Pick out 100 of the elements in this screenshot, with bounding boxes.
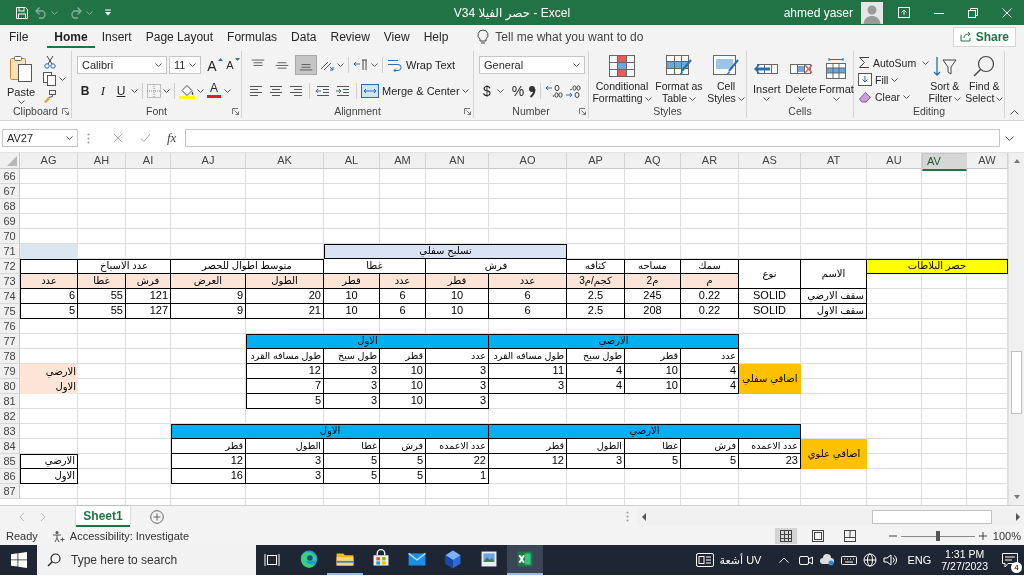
sort-filter-button[interactable]: Sort & Filter (928, 51, 962, 105)
row-header[interactable]: 70 (0, 229, 20, 244)
column-header[interactable]: AV (922, 153, 967, 171)
percent-button[interactable]: % (510, 82, 526, 100)
corner-arrow-icon[interactable] (463, 108, 471, 115)
widget-icon[interactable] (695, 553, 714, 567)
row-header[interactable]: 87 (0, 484, 20, 499)
cells-button[interactable]: Format (819, 51, 853, 105)
task-view-icon[interactable] (264, 553, 280, 567)
column-header[interactable]: AM (380, 153, 426, 169)
column-header[interactable]: AW (967, 153, 1008, 169)
search-field[interactable]: Type here to search (37, 545, 256, 575)
underline-button[interactable]: U (113, 82, 129, 100)
grow-font-button[interactable]: A (207, 56, 223, 74)
user-name[interactable]: ahmed yaser (783, 5, 853, 20)
shrink-font-button[interactable]: A (225, 56, 241, 74)
clock-date[interactable]: 7/27/2023 (941, 560, 988, 572)
menu-tab[interactable]: Page Layout (138, 25, 221, 48)
name-box[interactable]: AV27 (2, 129, 78, 147)
dots-icon[interactable] (626, 511, 629, 522)
column-header[interactable]: AQ (625, 153, 681, 169)
share-button[interactable]: Share (952, 26, 1016, 47)
decimal-arrow-icon[interactable] (545, 84, 563, 98)
menu-tab[interactable]: Data (284, 25, 324, 48)
cloud-icon[interactable] (819, 554, 836, 566)
column-header[interactable]: AO (489, 153, 567, 169)
floppy-icon[interactable] (15, 5, 29, 20)
check-icon[interactable] (140, 133, 151, 143)
column-header[interactable]: AL (324, 153, 380, 169)
column-header[interactable]: AT (801, 153, 867, 169)
plus-circle-icon[interactable] (150, 509, 164, 524)
align-right-icon[interactable] (287, 84, 305, 98)
arrow-bars-icon[interactable] (353, 58, 369, 72)
row-header[interactable]: 72 (0, 259, 20, 274)
chevron-up-icon[interactable] (779, 557, 790, 563)
scrollbar-thumb[interactable] (1011, 351, 1022, 414)
caret-up-icon[interactable] (1010, 110, 1019, 115)
row-header[interactable]: 68 (0, 199, 20, 214)
column-header[interactable]: AR (681, 153, 739, 169)
row-header[interactable]: 82 (0, 409, 20, 424)
styles-button[interactable]: Conditional Formatting (592, 51, 652, 105)
paint-bucket-icon[interactable] (179, 83, 195, 99)
row-header[interactable]: 86 (0, 469, 20, 484)
clock-time[interactable]: 1:31 PM (945, 548, 985, 560)
column-header[interactable]: AS (739, 153, 801, 169)
caret-icon[interactable] (131, 89, 138, 93)
font-name-field[interactable]: Calibri (77, 56, 167, 74)
clear-button[interactable]: Clear (858, 87, 911, 106)
copy-icon[interactable] (43, 72, 57, 86)
row-header[interactable]: 84 (0, 439, 20, 454)
avatar-icon[interactable] (861, 1, 883, 24)
column-header[interactable]: AU (867, 153, 922, 169)
chat-bubble-icon[interactable] (1002, 552, 1018, 568)
caret-icon[interactable] (59, 77, 66, 81)
restore-icon[interactable] (968, 7, 978, 18)
column-header[interactable]: AG (20, 153, 78, 169)
vertical-scrollbar[interactable] (1008, 153, 1024, 505)
dots-icon[interactable] (87, 132, 90, 144)
paintbrush-icon[interactable] (43, 89, 57, 103)
row-header[interactable]: 81 (0, 394, 20, 409)
comma-icon[interactable] (528, 84, 536, 98)
close-icon[interactable] (1002, 7, 1012, 18)
autosum-button[interactable]: AutoSum (858, 53, 917, 72)
cells-button[interactable]: Insert (750, 51, 784, 105)
column-header[interactable]: AI (126, 153, 171, 169)
box-arrow-icon[interactable] (898, 7, 910, 18)
menu-tab[interactable]: Insert (94, 25, 139, 48)
grid-view-icon[interactable] (774, 528, 797, 544)
zoom-level[interactable]: 100% (992, 530, 1021, 542)
plus-icon[interactable] (978, 532, 987, 540)
row-header[interactable]: 79 (0, 364, 20, 379)
windows-logo-icon[interactable] (11, 552, 27, 568)
slider-thumb[interactable] (935, 531, 940, 541)
dropdown-icon[interactable] (104, 9, 112, 16)
menu-tab[interactable]: Review (323, 25, 377, 48)
column-header[interactable]: AK (246, 153, 324, 169)
row-header[interactable]: 77 (0, 334, 20, 349)
caret-icon[interactable] (1005, 135, 1015, 141)
row-header[interactable]: 69 (0, 214, 20, 229)
menu-tab[interactable]: View (376, 25, 417, 48)
language-indicator[interactable]: ENG (907, 554, 932, 566)
row-header[interactable]: 67 (0, 184, 20, 199)
find-select-button[interactable]: Find & Select (964, 51, 1004, 105)
keyboard-icon[interactable] (841, 554, 858, 566)
lightbulb-icon[interactable] (477, 28, 490, 45)
align-left-icon[interactable] (247, 84, 265, 98)
row-header[interactable]: 71 (0, 244, 20, 259)
align-center-icon[interactable] (267, 84, 285, 98)
font-size-field[interactable]: 11 (169, 56, 201, 74)
caret-icon[interactable] (197, 89, 204, 93)
sheet-tab[interactable]: Sheet1 (76, 506, 130, 527)
row-header[interactable]: 85 (0, 454, 20, 469)
accessibility-status[interactable]: Accessibility: Investigate (69, 530, 189, 542)
number-format-field[interactable]: General (479, 56, 585, 74)
dotted-grid-icon[interactable] (147, 84, 161, 98)
caret-icon[interactable] (337, 63, 344, 67)
fill-button[interactable]: Fill (858, 70, 899, 89)
speaker-icon[interactable] (883, 554, 898, 566)
caret-icon[interactable] (224, 89, 231, 93)
caret-icon[interactable] (497, 89, 504, 93)
